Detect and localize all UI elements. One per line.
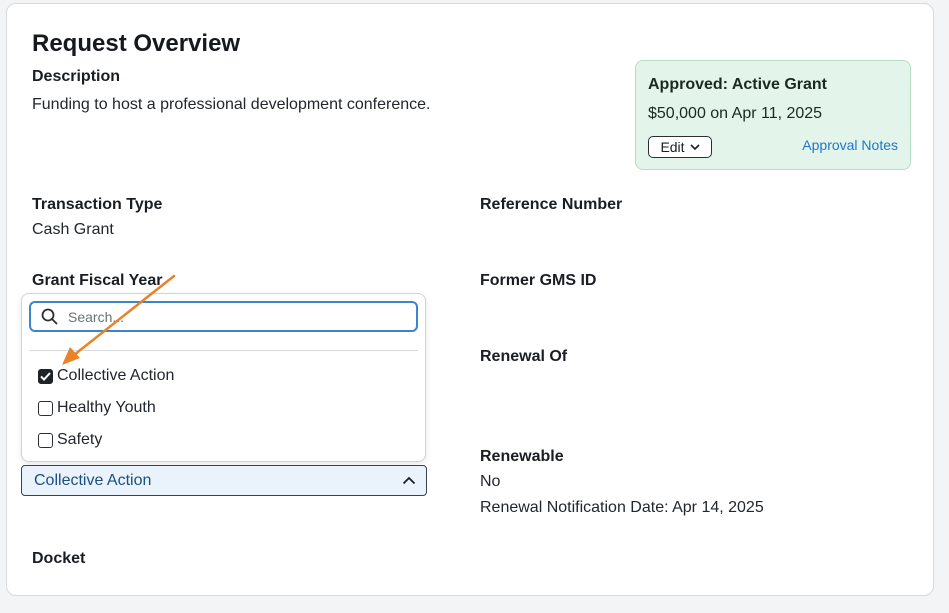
annotation-arrow-icon xyxy=(62,274,176,365)
